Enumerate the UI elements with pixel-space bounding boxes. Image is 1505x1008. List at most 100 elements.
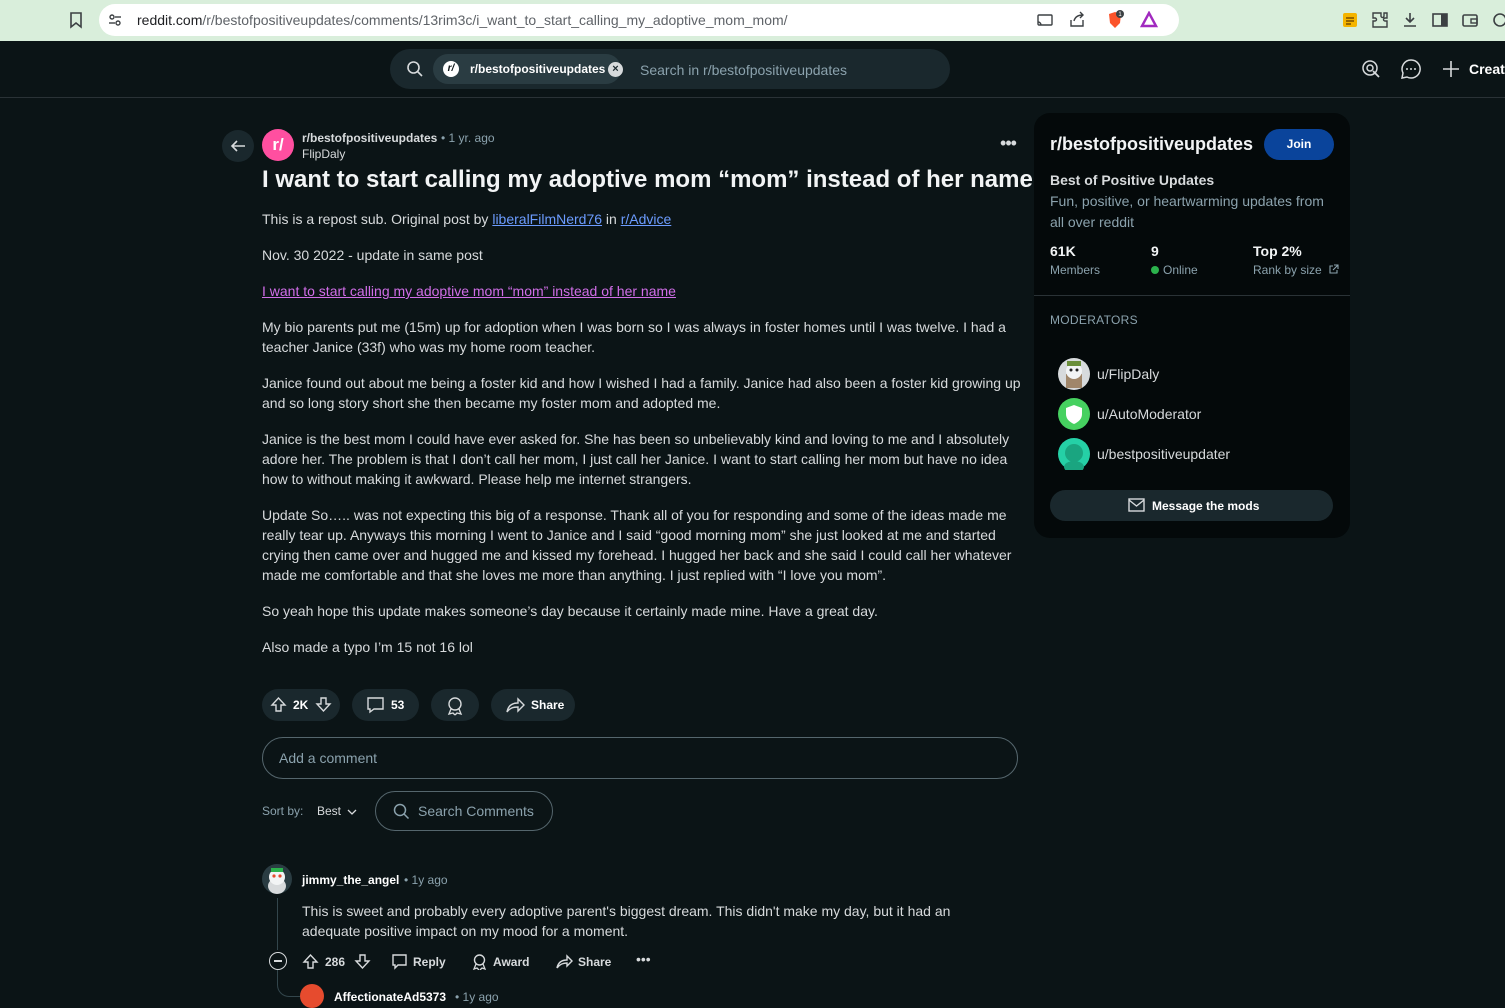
subreddit-link[interactable]: r/bestofpositiveupdates: [302, 131, 437, 145]
reply-thread-line: [277, 970, 300, 997]
thread-line[interactable]: [277, 898, 278, 950]
comment-share-button[interactable]: Share: [555, 953, 611, 971]
share-page-icon[interactable]: [1068, 11, 1086, 29]
snoo-avatar-icon: [1064, 444, 1084, 473]
subreddit-search-chip[interactable]: r/ r/bestofpositiveupdates ×: [433, 54, 623, 84]
post-date-line: Nov. 30 2022 - update in same post: [262, 247, 483, 263]
community-sidebar: r/bestofpositiveupdates Join Best of Pos…: [1034, 113, 1350, 538]
comments-button[interactable]: 53: [352, 689, 419, 721]
share-button[interactable]: Share: [491, 689, 575, 721]
search-icon: [407, 61, 423, 77]
chat-icon[interactable]: [1400, 58, 1422, 80]
avatar[interactable]: [1058, 398, 1090, 430]
moderator-link[interactable]: u/FlipDaly: [1097, 366, 1159, 382]
members-label: Members: [1050, 263, 1101, 277]
online-label-wrap: Online: [1151, 263, 1198, 277]
create-label: Create: [1469, 61, 1505, 77]
moderators-heading: MODERATORS: [1050, 313, 1138, 327]
rank-label: Rank by size: [1253, 263, 1322, 277]
brave-shields-icon[interactable]: 1: [1105, 10, 1125, 30]
vote-bar: 2K: [262, 689, 340, 721]
join-button[interactable]: Join: [1264, 129, 1334, 160]
award-button[interactable]: [431, 689, 479, 721]
reply-button[interactable]: Reply: [391, 953, 446, 971]
post-timestamp: • 1 yr. ago: [441, 131, 495, 145]
post-paragraph: My bio parents put me (15m) up for adopt…: [262, 319, 1006, 355]
collapse-thread-button[interactable]: [269, 952, 287, 970]
sidebar-toggle-icon[interactable]: [1430, 10, 1450, 30]
menu-icon[interactable]: [1490, 10, 1505, 30]
brave-rewards-icon[interactable]: [1140, 11, 1158, 29]
post-paragraph: Update So….. was not expecting this big …: [262, 507, 1012, 583]
original-author-link[interactable]: liberalFilmNerd76: [492, 211, 602, 227]
post-author[interactable]: FlipDaly: [302, 147, 345, 161]
comment-award-button[interactable]: Award: [471, 953, 531, 971]
post-intro: This is a repost sub. Original post by l…: [262, 209, 1022, 229]
moderator-link[interactable]: u/bestpositiveupdater: [1097, 446, 1230, 462]
comment-vote-count: 286: [325, 955, 346, 969]
chip-remove-icon[interactable]: ×: [608, 62, 623, 77]
extensions-icon[interactable]: [1370, 10, 1390, 30]
cast-icon[interactable]: [1036, 11, 1054, 29]
original-post-link-wrap: I want to start calling my adoptive mom …: [262, 281, 1022, 301]
message-mods-button[interactable]: Message the mods: [1050, 490, 1333, 521]
post-paragraph: Also made a typo I’m 15 not 16 lol: [262, 639, 473, 655]
address-bar[interactable]: reddit.com/r/bestofpositiveupdates/comme…: [99, 4, 1179, 36]
intro-text: This is a repost sub. Original post by: [262, 211, 493, 227]
avatar[interactable]: [1058, 358, 1090, 390]
message-mods-label: Message the mods: [1152, 499, 1260, 513]
url-path: /r/bestofpositiveupdates/comments/13rim3…: [202, 12, 788, 28]
online-count: 9: [1151, 243, 1159, 259]
community-title[interactable]: r/bestofpositiveupdates: [1050, 134, 1253, 155]
search-icon: [393, 803, 410, 820]
search-chip-label: r/bestofpositiveupdates: [470, 62, 606, 76]
search-comments-input[interactable]: Search Comments: [375, 791, 553, 831]
wallet-icon[interactable]: [1460, 10, 1480, 30]
advertise-icon[interactable]: [1360, 58, 1382, 80]
vote-count: 2K: [293, 698, 309, 712]
comment-timestamp: • 1y ago: [404, 873, 448, 887]
site-settings-icon[interactable]: [107, 12, 123, 28]
rank-value: Top 2%: [1253, 243, 1302, 259]
comment-count: 53: [391, 698, 405, 712]
search-input[interactable]: Search in r/bestofpositiveupdates: [640, 62, 847, 78]
snoo-avatar-icon: [1066, 361, 1082, 388]
moderator-link[interactable]: u/AutoModerator: [1097, 406, 1201, 422]
comment-author[interactable]: jimmy_the_angel: [302, 873, 399, 887]
online-label: Online: [1163, 263, 1198, 277]
members-count: 61K: [1050, 243, 1076, 259]
avatar[interactable]: [300, 984, 324, 1008]
post-paragraph: So yeah hope this update makes someone’s…: [262, 603, 878, 619]
rank-label-wrap[interactable]: Rank by size: [1253, 263, 1339, 277]
original-post-link[interactable]: I want to start calling my adoptive mom …: [262, 283, 676, 299]
comment-text: This is sweet and probably every adoptiv…: [302, 903, 951, 939]
upvote-icon[interactable]: [302, 953, 319, 970]
sort-dropdown[interactable]: Best: [317, 804, 341, 818]
original-subreddit-link[interactable]: r/Advice: [621, 211, 672, 227]
avatar[interactable]: [262, 864, 292, 894]
downvote-icon[interactable]: [354, 953, 371, 970]
upvote-icon[interactable]: [270, 696, 287, 713]
bookmark-icon[interactable]: [66, 10, 86, 30]
browser-toolbar: reddit.com/r/bestofpositiveupdates/comme…: [0, 0, 1505, 41]
community-subtitle: Best of Positive Updates: [1050, 172, 1215, 188]
search-bar[interactable]: r/ r/bestofpositiveupdates × Search in r…: [390, 49, 950, 89]
download-icon[interactable]: [1400, 10, 1420, 30]
reply-label: Reply: [413, 955, 446, 969]
add-comment-input[interactable]: Add a comment: [262, 737, 1018, 779]
plus-icon: [1443, 61, 1459, 77]
comment-more-options-button[interactable]: •••: [636, 952, 651, 971]
subreddit-chip-icon: r/: [443, 61, 459, 77]
notes-extension-icon[interactable]: [1340, 10, 1360, 30]
chevron-down-icon[interactable]: [346, 806, 358, 818]
back-button[interactable]: [222, 130, 254, 162]
intro-in: in: [602, 211, 621, 227]
downvote-icon[interactable]: [315, 696, 332, 713]
avatar[interactable]: [1058, 438, 1090, 473]
post-more-options-button[interactable]: •••: [996, 134, 1020, 154]
share-icon: [506, 697, 525, 713]
arrow-left-icon: [230, 140, 245, 152]
subreddit-avatar[interactable]: r/: [262, 129, 294, 161]
online-dot-icon: [1151, 266, 1159, 274]
comment-vote-bar: 286: [302, 953, 372, 971]
